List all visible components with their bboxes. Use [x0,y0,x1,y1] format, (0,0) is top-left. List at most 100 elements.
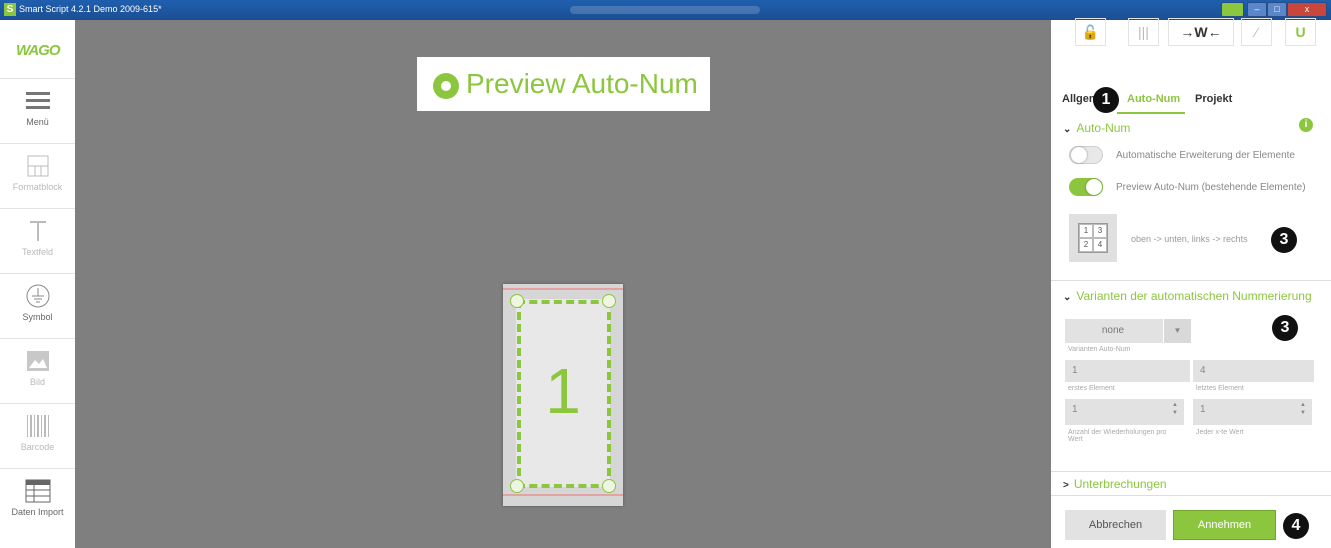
toggle-preview-auto-num[interactable] [1069,178,1103,196]
sidebar-item-label: Barcode [20,442,55,452]
last-element-hint: letztes Element [1196,385,1244,392]
repeat-count-stepper[interactable]: 1 ▲ ▼ [1065,399,1184,425]
tab-label: Projekt [1195,93,1233,105]
order-cell: 2 [1079,238,1093,252]
logo-text: WAGO [16,42,60,59]
chevron-down-icon: ⌄ [1063,124,1072,135]
first-element-hint: erstes Element [1068,385,1115,392]
close-button[interactable]: x [1287,2,1327,17]
info-icon[interactable]: i [1299,118,1313,132]
field-value: 4 [1200,365,1206,376]
tab-projekt[interactable]: Projekt [1195,93,1232,105]
marker-card[interactable]: 1 [503,284,623,506]
wago-logo: WAGO [0,20,75,79]
fit-width-button[interactable]: →W← [1168,18,1234,46]
lock-icon: 🔓 [1081,24,1100,40]
first-element-field[interactable]: 1 [1065,360,1190,382]
every-nth-stepper[interactable]: 1 ▲ ▼ [1193,399,1312,425]
tab-auto-num[interactable]: Auto-Num [1127,93,1180,105]
sidebar-item-textfeld[interactable]: Textfeld [0,209,75,274]
text-field-icon [30,221,46,241]
variant-select[interactable]: none ▼ [1065,319,1191,343]
sidebar-item-daten-import[interactable]: Daten Import [0,469,75,533]
sidebar-item-label: Formatblock [12,182,63,192]
barcode-icon [27,415,49,437]
ground-symbol-icon [26,284,50,308]
columns-button[interactable]: ||| [1128,18,1159,46]
sidebar-item-formatblock[interactable]: Formatblock [0,144,75,209]
sidebar-item-bild[interactable]: Bild [0,339,75,404]
window-title: Smart Script 4.2.1 Demo 2009-615* [19,4,162,14]
section-title: Auto-Num [1076,121,1131,135]
resize-handle-top-right[interactable] [602,294,616,308]
eye-icon [433,73,459,99]
section-divider [1051,280,1331,281]
order-cell: 3 [1093,224,1107,238]
resize-handle-bottom-right[interactable] [602,479,616,493]
stepper-arrows-icon[interactable]: ▲ ▼ [1300,401,1306,417]
wand-icon: ⁄ [1255,24,1258,40]
numbering-order-text: oben -> unten, links -> rechts [1131,234,1248,244]
sidebar-item-barcode[interactable]: Barcode [0,404,75,469]
every-nth-hint: Jeder x-te Wert [1196,429,1244,436]
image-icon [27,351,49,371]
minimize-button[interactable]: – [1247,2,1267,17]
remote-icon-button[interactable] [1221,2,1244,17]
field-value: 1 [1200,404,1206,415]
toggle-auto-extend[interactable] [1069,146,1103,164]
stepper-arrows-icon[interactable]: ▲ ▼ [1172,401,1178,417]
preview-banner-text: Preview Auto-Num [466,68,698,99]
section-title: Unterbrechungen [1073,477,1167,491]
format-block-icon [27,155,49,177]
columns-icon: ||| [1138,24,1149,40]
sidebar-item-label: Daten Import [11,507,64,517]
magic-wand-button[interactable]: ⁄ [1241,18,1272,46]
sidebar-item-label: Textfeld [21,247,54,257]
last-element-field[interactable]: 4 [1193,360,1314,382]
callout-badge: 1 [1093,87,1119,113]
resize-handle-top-left[interactable] [510,294,524,308]
field-value: 1 [1072,404,1078,415]
window-titlebar: S Smart Script 4.2.1 Demo 2009-615* – □ … [0,0,1331,20]
section-breaks-header[interactable]: > Unterbrechungen [1063,477,1167,491]
tab-label: Auto-Num [1127,93,1181,105]
variant-select-hint: Varianten Auto-Num [1068,346,1131,353]
magnet-button[interactable]: U [1285,18,1316,46]
callout-badge: 4 [1283,513,1309,539]
repeat-count-hint: Anzahl der Wiederholungen pro Wert [1068,429,1167,443]
callout-badge: 3 [1272,315,1298,341]
left-toolbar: WAGO Menü Formatblock Textfeld Symbol Bi… [0,20,75,548]
variant-select-value: none [1101,325,1125,336]
section-title: Varianten der automatischen Nummerierung [1076,289,1312,303]
maximize-button[interactable]: □ [1267,2,1287,17]
dropdown-arrow-icon: ▼ [1163,319,1191,343]
cancel-button[interactable]: Abbrechen [1065,510,1166,540]
toggle-preview-label: Preview Auto-Num (bestehende Elemente) [1116,182,1306,193]
chevron-right-icon: > [1063,480,1069,491]
magnet-icon: U [1295,24,1306,40]
chevron-down-icon: ⌄ [1063,292,1072,303]
app-icon: S [4,3,16,16]
numbering-order-selector[interactable]: 1 3 2 4 [1069,214,1117,262]
toggle-knob [1071,147,1087,163]
sidebar-item-label: Symbol [22,312,53,322]
lock-button[interactable]: 🔓 [1075,18,1106,46]
marker-number: 1 [545,355,581,427]
red-guide-top [503,288,623,290]
sidebar-item-symbol[interactable]: Symbol [0,274,75,339]
callout-badge: 3 [1271,227,1297,253]
section-divider [1051,471,1331,472]
field-value: 1 [1072,365,1078,376]
section-auto-num-header[interactable]: ⌄ Auto-Num [1063,121,1130,135]
data-import-icon [25,479,51,503]
resize-handle-bottom-left[interactable] [510,479,524,493]
section-variants-header[interactable]: ⌄ Varianten der automatischen Nummerierun… [1063,289,1312,303]
order-cell: 1 [1079,224,1093,238]
sidebar-item-label: Bild [29,377,45,387]
active-tab-indicator [1117,112,1185,114]
order-cell: 4 [1093,238,1107,252]
toggle-knob [1086,179,1102,195]
section-divider [1051,495,1331,496]
sidebar-item-menu[interactable]: Menü [0,79,75,144]
accept-button[interactable]: Annehmen [1173,510,1276,540]
